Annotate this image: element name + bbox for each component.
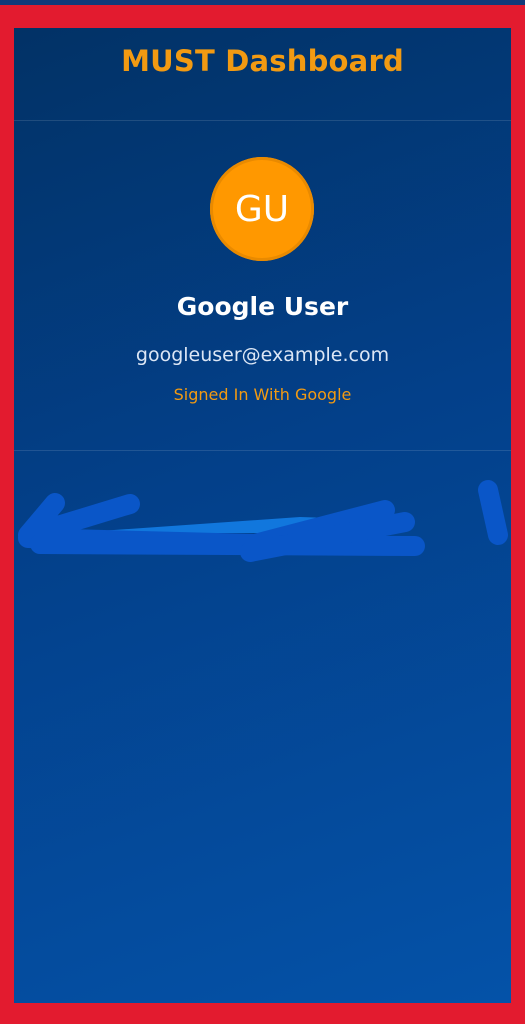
sidebar-panel: MUST Dashboard GU Google User googleuser…: [14, 28, 511, 1003]
user-email: googleuser@example.com: [135, 344, 390, 366]
sidebar-header: MUST Dashboard: [14, 28, 511, 121]
dashboard-title: MUST Dashboard: [121, 44, 404, 78]
user-profile: GU Google User googleuser@example.com Si…: [14, 121, 511, 451]
signin-status: Signed In With Google: [173, 385, 352, 404]
top-strip: [0, 0, 525, 5]
window-frame: MUST Dashboard GU Google User googleuser…: [0, 0, 525, 1024]
user-name: Google User: [176, 292, 349, 321]
avatar-initials: GU: [234, 188, 290, 230]
avatar[interactable]: GU: [210, 157, 314, 261]
nav-menu-area: [14, 451, 511, 1003]
